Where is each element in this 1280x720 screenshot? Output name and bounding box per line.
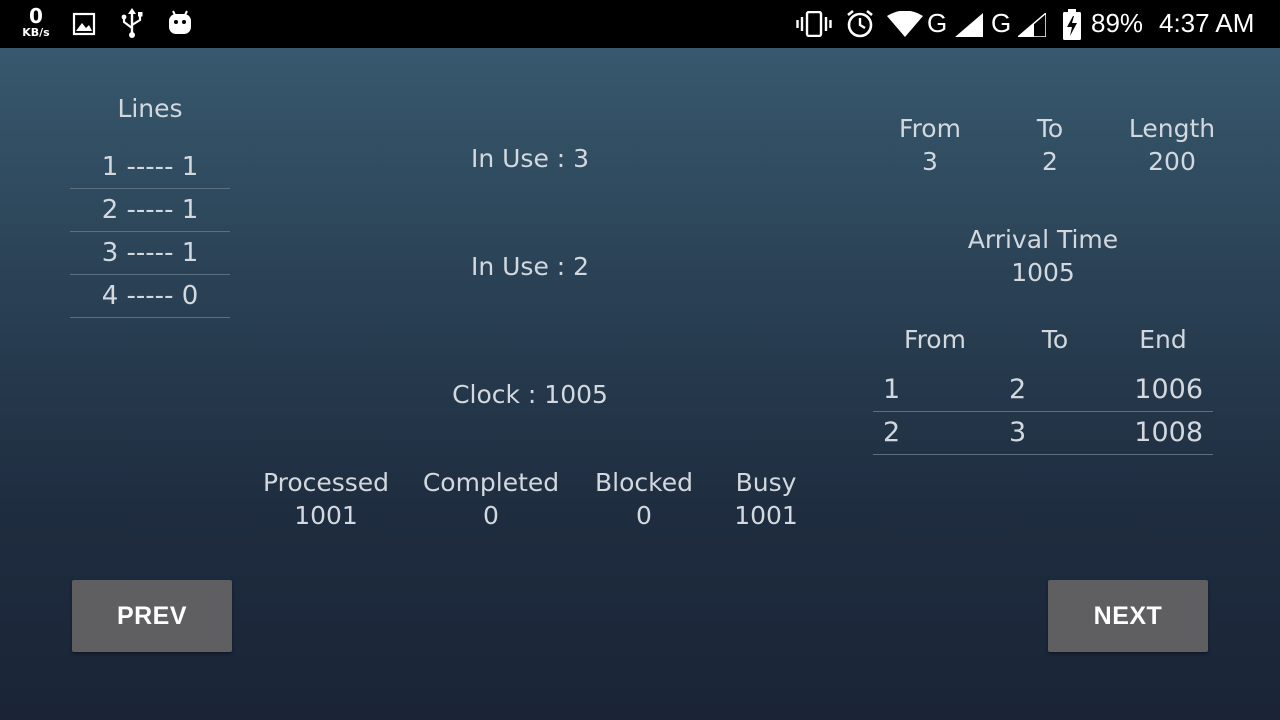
alarm-icon [847,9,873,38]
routes-header-from: From [904,325,966,354]
route-from: 2 [883,417,901,448]
usb-icon [121,8,143,38]
signal-icon [955,13,983,37]
route-to: 3 [1009,417,1027,448]
prev-button[interactable]: PREV [72,580,232,652]
network-type-1: G [927,8,948,38]
route-from: 1 [883,374,901,405]
network-speed-unit: KB/s [22,26,50,39]
routes-header-end: End [1139,325,1187,354]
arrival-time-value: 1005 [1011,258,1075,287]
arrival-time-label: Arrival Time [967,225,1119,254]
network-type-2: G [991,8,1012,38]
battery-percent: 89% [1091,8,1144,38]
battery-charging-icon [1063,9,1081,40]
stat-blocked-label: Blocked [595,468,693,497]
call-to-value: 2 [1042,147,1058,176]
gallery-icon [72,12,96,36]
stat-blocked-value: 0 [636,501,652,530]
call-from-label: From [899,114,961,143]
status-bar: 0 KB/s G G 89% 4:37 AM [0,0,1280,48]
next-button[interactable]: NEXT [1048,580,1208,652]
stat-processed-value: 1001 [294,501,358,530]
stat-busy-value: 1001 [734,501,798,530]
vibrate-icon [796,11,832,37]
line-item: 2 ----- 1 [70,189,230,232]
wifi-icon [887,11,923,37]
table-row: 2 3 1008 [873,412,1213,455]
clock-readout: Clock : 1005 [452,380,608,409]
table-row: 1 2 1006 [873,369,1213,412]
android-icon [169,10,191,34]
line-item: 1 ----- 1 [70,146,230,189]
route-end: 1008 [1134,417,1203,448]
line-item: 4 ----- 0 [70,275,230,318]
network-speed: 0 KB/s [18,6,54,38]
call-length-value: 200 [1148,147,1196,176]
route-to: 2 [1009,374,1027,405]
stat-completed-label: Completed [422,468,560,497]
network-speed-value: 0 [29,4,43,28]
stat-processed-label: Processed [262,468,390,497]
call-length-label: Length [1128,114,1216,143]
in-use-2: In Use : 2 [470,252,590,281]
in-use-1: In Use : 3 [470,144,590,173]
routes-header-to: To [1041,325,1069,354]
line-item: 3 ----- 1 [70,232,230,275]
route-end: 1006 [1134,374,1203,405]
clock-time: 4:37 AM [1159,8,1255,38]
call-to-label: To [1036,114,1064,143]
stat-busy-label: Busy [735,468,797,497]
stat-completed-value: 0 [483,501,499,530]
call-from-value: 3 [922,147,938,176]
signal-icon-2 [1018,13,1046,37]
lines-title: Lines [117,94,183,123]
